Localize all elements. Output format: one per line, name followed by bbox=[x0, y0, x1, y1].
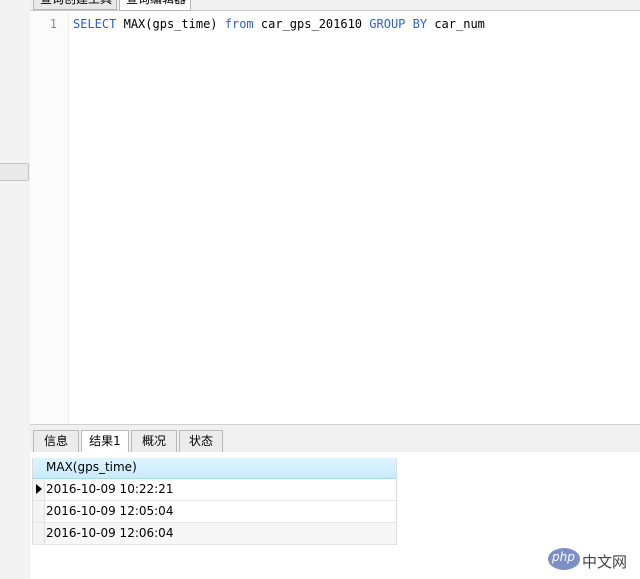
result-grid[interactable]: MAX(gps_time) 2016-10-09 10:22:21 2016-1… bbox=[32, 458, 397, 545]
panel-collapse-handle[interactable] bbox=[0, 163, 29, 181]
tab-info[interactable]: 信息 bbox=[33, 430, 79, 452]
row-indicator bbox=[33, 523, 45, 544]
table-cell[interactable]: 2016-10-09 12:06:04 bbox=[46, 526, 173, 540]
keyword-group: GROUP bbox=[369, 17, 406, 31]
result-tab-bar: 信息 结果1 概况 状态 bbox=[30, 424, 640, 453]
table-cell[interactable]: 2016-10-09 12:05:04 bbox=[46, 504, 173, 518]
tab-profile[interactable]: 概况 bbox=[131, 430, 177, 452]
left-panel-strip bbox=[0, 0, 31, 579]
row-indicator bbox=[33, 479, 45, 500]
column-header[interactable]: MAX(gps_time) bbox=[46, 460, 137, 474]
table-row[interactable]: 2016-10-09 12:06:04 bbox=[33, 523, 396, 545]
table-cell[interactable]: 2016-10-09 10:22:21 bbox=[46, 482, 173, 496]
current-row-arrow-icon bbox=[36, 484, 42, 494]
sql-editor[interactable]: 1 SELECT MAX(gps_time) from car_gps_2016… bbox=[30, 11, 640, 424]
table-name: car_gps_201610 bbox=[260, 17, 363, 31]
tab-query-editor[interactable]: 查询编辑器 bbox=[119, 0, 191, 11]
table-row[interactable]: 2016-10-09 10:22:21 bbox=[33, 479, 396, 501]
watermark-logo-text: php bbox=[552, 550, 575, 564]
tab-status[interactable]: 状态 bbox=[179, 430, 223, 452]
keyword-select: SELECT bbox=[73, 17, 117, 31]
editor-tab-bar: 查询创建工具 查询编辑器 bbox=[30, 0, 640, 11]
tab-query-builder[interactable]: 查询创建工具 bbox=[33, 0, 117, 10]
code-line[interactable]: SELECT MAX(gps_time) from car_gps_201610… bbox=[73, 17, 485, 31]
site-watermark: php 中文网 bbox=[548, 546, 634, 574]
watermark-site-text: 中文网 bbox=[582, 553, 628, 571]
line-number: 1 bbox=[49, 17, 57, 31]
keyword-by: BY bbox=[412, 17, 428, 31]
line-gutter: 1 bbox=[30, 11, 69, 424]
table-row[interactable]: 2016-10-09 12:05:04 bbox=[33, 501, 396, 523]
function-max: MAX(gps_time) bbox=[123, 17, 218, 31]
row-indicator bbox=[33, 501, 45, 522]
tab-result-1[interactable]: 结果1 bbox=[81, 430, 129, 453]
keyword-from: from bbox=[224, 17, 254, 31]
grid-header: MAX(gps_time) bbox=[33, 458, 396, 479]
column-name: car_num bbox=[434, 17, 485, 31]
